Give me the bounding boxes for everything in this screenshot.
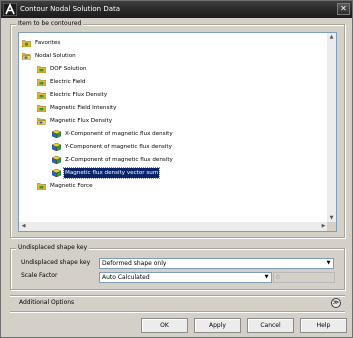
folder-open-icon (22, 53, 31, 60)
scale-factor-value: Auto Calculated (102, 274, 150, 281)
folder-icon (37, 183, 46, 190)
solution-item-tree[interactable]: Favorites Nodal Solution DOF Solution Elect… (18, 32, 337, 232)
expand-options-button[interactable]: ≫ (331, 298, 341, 308)
tree-item-label: Magnetic Flux Density (50, 118, 113, 124)
tree-item-label: Y-Component of magnetic flux density (65, 144, 172, 150)
undisplaced-shape-group-label: Undisplaced shape key (16, 244, 90, 252)
folder-icon (37, 105, 46, 112)
shape-key-label: Undisplaced shape key (21, 259, 91, 266)
cube-icon (52, 156, 61, 164)
scale-factor-select[interactable]: Auto Calculated ▼ (99, 272, 272, 283)
scroll-up-icon[interactable]: ▲ (327, 33, 336, 42)
tree-item-label: Nodal Solution (35, 53, 76, 59)
folder-icon (37, 66, 46, 73)
tree-item-label: Magnetic Field Intensity (50, 105, 117, 111)
horizontal-scrollbar[interactable]: ◀ ▶ (19, 222, 328, 231)
title-bar[interactable]: Contour Nodal Solution Data ✕ (1, 1, 352, 18)
tree-item-label: Magnetic Force (50, 183, 93, 189)
tree-item-label: Magnetic flux density vector sum (62, 167, 161, 179)
additional-options-label[interactable]: Additional Options (19, 298, 74, 308)
folder-favorite-icon (22, 40, 31, 47)
close-button[interactable]: ✕ (337, 3, 350, 15)
tree-item-label: X-Component of magnetic flux density (65, 131, 173, 137)
scroll-left-icon[interactable]: ◀ (19, 222, 28, 231)
item-to-be-contoured-label: Item to be contoured (16, 20, 84, 28)
scale-factor-input: 0 (273, 272, 335, 283)
scroll-corner (327, 222, 336, 231)
cube-icon (52, 169, 61, 177)
chevron-down-icon[interactable]: ▼ (324, 259, 333, 268)
ok-button[interactable]: OK (141, 318, 188, 333)
scale-factor-label: Scale Factor (21, 272, 58, 279)
chevron-down-icon[interactable]: ▼ (262, 273, 271, 282)
shape-key-value: Deformed shape only (102, 260, 167, 267)
tree-item-label: Favorites (35, 40, 61, 46)
shape-key-select[interactable]: Deformed shape only ▼ (99, 258, 334, 269)
cube-icon (52, 143, 61, 151)
tree-item-label: DOF Solution (50, 66, 87, 72)
cube-icon (52, 130, 61, 138)
cancel-button[interactable]: Cancel (247, 318, 294, 333)
double-chevron-down-icon: ≫ (332, 299, 340, 306)
tree-item-label: Z-Component of magnetic flux density (65, 157, 173, 163)
vertical-scrollbar[interactable]: ▲ ▼ (327, 33, 336, 223)
dialog-window: Contour Nodal Solution Data ✕ Item to be… (0, 0, 353, 338)
help-button[interactable]: Help (300, 318, 347, 333)
tree-item-label: Electric Field (50, 79, 86, 85)
separator (10, 295, 345, 297)
folder-icon (37, 92, 46, 99)
separator (10, 311, 345, 313)
ansys-logo-icon (3, 3, 17, 16)
apply-button[interactable]: Apply (194, 318, 241, 333)
folder-icon (37, 79, 46, 86)
close-icon: ✕ (340, 4, 347, 13)
folder-open-icon (37, 118, 46, 125)
window-title: Contour Nodal Solution Data (20, 5, 121, 13)
tree-item-label: Electric Flux Density (50, 92, 108, 98)
scale-factor-number: 0 (276, 274, 280, 281)
undisplaced-shape-group (10, 248, 345, 290)
